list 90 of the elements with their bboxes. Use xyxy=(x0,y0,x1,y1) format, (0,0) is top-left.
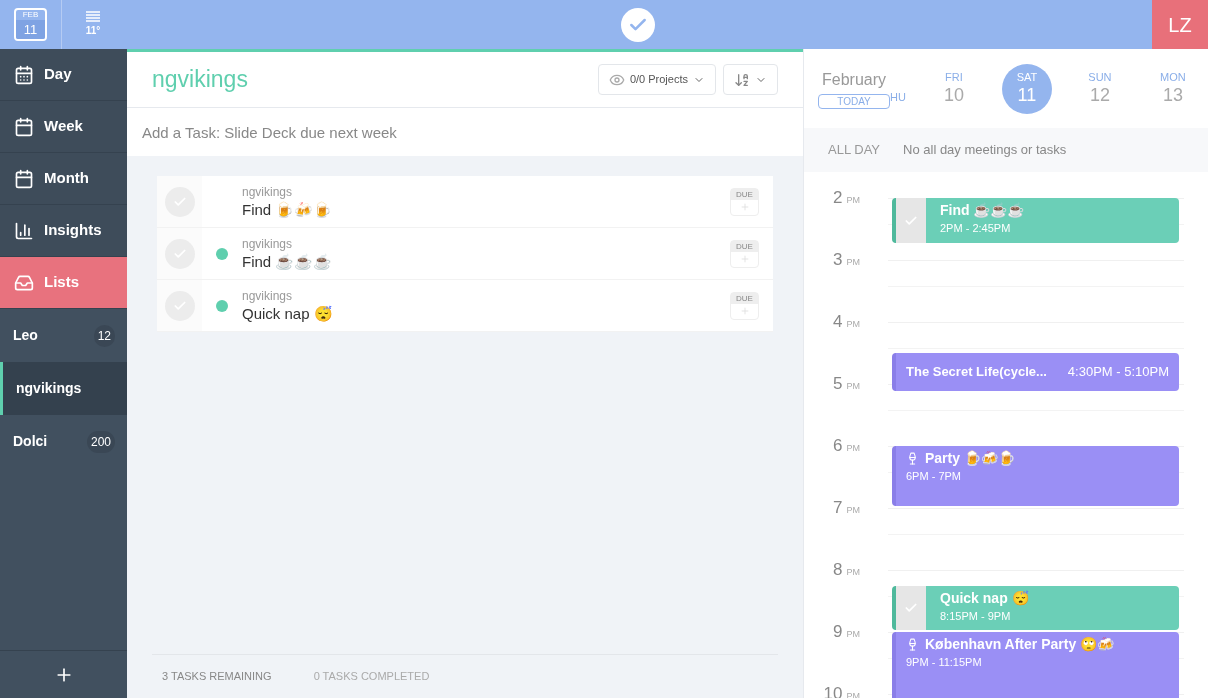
date-month: FEB xyxy=(22,10,39,20)
tasks-remaining: 3 TASKS REMAINING xyxy=(162,669,272,685)
event-title: The Secret Life(cycle... xyxy=(906,363,1047,382)
period-label: PM xyxy=(846,194,860,207)
event-title: Party 🍺🍻🍺 xyxy=(925,449,1015,467)
task-project: ngvikings xyxy=(242,184,294,200)
period-label: PM xyxy=(846,318,860,331)
hour-label: 7 xyxy=(833,498,843,518)
period-label: PM xyxy=(846,504,860,517)
nav-item[interactable]: Day xyxy=(0,49,127,101)
event-time: 8:15PM - 9PM xyxy=(940,609,1012,624)
event-title: Quick nap 😴 xyxy=(940,589,1029,607)
date-badge[interactable]: FEB 11 xyxy=(14,8,47,41)
hour-label: 9 xyxy=(833,622,843,642)
cocktail-icon xyxy=(906,451,919,465)
nav-item[interactable]: Month xyxy=(0,153,127,205)
day-column[interactable]: FRI 10 xyxy=(928,63,979,114)
month-label: February xyxy=(822,70,886,90)
project-item[interactable]: Leo 12 xyxy=(0,309,127,362)
check-icon xyxy=(904,601,918,615)
nav-label: Day xyxy=(44,64,72,85)
day-column[interactable]: MON 13 xyxy=(1147,63,1198,114)
hour-label: 8 xyxy=(833,560,843,580)
task-project: ngvikings xyxy=(242,236,294,252)
task-project: ngvikings xyxy=(242,288,294,304)
event-time: 9PM - 11:15PM xyxy=(906,655,983,670)
date-day: 11 xyxy=(16,20,45,39)
period-label: PM xyxy=(846,256,860,269)
project-count: 200 xyxy=(86,430,115,453)
due-button[interactable]: DUE xyxy=(730,187,759,216)
logo-icon[interactable] xyxy=(621,7,655,42)
task-event[interactable]: Quick nap 😴 8:15PM - 9PM xyxy=(892,586,1179,630)
nav-label: Month xyxy=(44,168,89,189)
user-avatar[interactable]: LZ xyxy=(1152,0,1208,49)
projects-filter-button[interactable]: 0/0 Projects xyxy=(597,64,716,95)
add-task-field[interactable]: Add a Task: Slide Deck due next week xyxy=(127,108,803,156)
complete-checkbox[interactable] xyxy=(896,586,926,630)
hour-label: 6 xyxy=(833,436,843,456)
calendar-event[interactable]: Party 🍺🍻🍺 6PM - 7PM xyxy=(892,446,1179,506)
calendar-icon xyxy=(14,64,34,85)
menu-lines-icon xyxy=(85,11,101,23)
due-button[interactable]: DUE xyxy=(730,239,759,268)
event-time: 2PM - 2:45PM xyxy=(940,221,1012,236)
day-column[interactable]: HU xyxy=(890,72,906,123)
task-title: Find ☕☕☕ xyxy=(242,251,334,271)
day-column[interactable]: SAT 11 xyxy=(1001,63,1052,114)
period-label: PM xyxy=(846,380,860,393)
task-title: Quick nap 😴 xyxy=(242,303,334,323)
list-title: ngvikings xyxy=(152,65,248,95)
task-event[interactable]: Find ☕☕☕ 2PM - 2:45PM xyxy=(892,198,1179,243)
temperature: 11° xyxy=(85,24,101,38)
calendar-icon xyxy=(14,116,34,137)
tasks-completed: 0 TASKS COMPLETED xyxy=(313,669,430,685)
sort-button[interactable] xyxy=(723,64,778,95)
day-column[interactable]: SUN 12 xyxy=(1074,63,1125,114)
period-label: PM xyxy=(846,442,860,455)
project-item[interactable]: ngvikings xyxy=(0,362,127,415)
calendar-icon xyxy=(14,168,34,189)
nav-item[interactable]: Insights xyxy=(0,205,127,257)
hour-label: 3 xyxy=(833,250,843,270)
task-title: Find 🍺🍻🍺 xyxy=(242,199,334,219)
hour-label: 5 xyxy=(833,374,843,394)
all-day-label: ALL DAY xyxy=(828,141,881,160)
hour-label: 4 xyxy=(833,312,843,332)
bar-chart-icon xyxy=(14,220,34,241)
project-name: ngvikings xyxy=(16,379,82,398)
project-name: Leo xyxy=(13,326,38,345)
calendar-event[interactable]: København After Party 🙄🍻 9PM - 11:15PM xyxy=(892,632,1179,698)
cocktail-icon xyxy=(906,637,919,651)
period-label: PM xyxy=(846,628,860,641)
complete-checkbox[interactable] xyxy=(896,198,926,243)
all-day-text: No all day meetings or tasks xyxy=(903,141,1067,160)
nav-label: Lists xyxy=(44,272,79,293)
project-count: 12 xyxy=(93,324,115,347)
hour-label: 2 xyxy=(833,188,843,208)
nav-label: Week xyxy=(44,116,83,137)
event-title: København After Party 🙄🍻 xyxy=(925,635,1115,653)
nav-label: Insights xyxy=(44,220,102,241)
due-button[interactable]: DUE xyxy=(730,291,759,320)
calendar-event[interactable]: The Secret Life(cycle... 4:30PM - 5:10PM xyxy=(892,353,1179,391)
event-time: 6PM - 7PM xyxy=(906,469,962,484)
nav-item[interactable]: Lists xyxy=(0,257,127,309)
event-title: Find ☕☕☕ xyxy=(940,201,1025,219)
project-item[interactable]: Dolci 200 xyxy=(0,415,127,468)
today-button[interactable]: TODAY xyxy=(818,94,890,109)
project-name: Dolci xyxy=(13,432,48,451)
sort-icon xyxy=(734,71,750,88)
event-time: 4:30PM - 5:10PM xyxy=(1067,363,1169,382)
period-label: PM xyxy=(846,566,860,579)
nav-item[interactable]: Week xyxy=(0,101,127,153)
